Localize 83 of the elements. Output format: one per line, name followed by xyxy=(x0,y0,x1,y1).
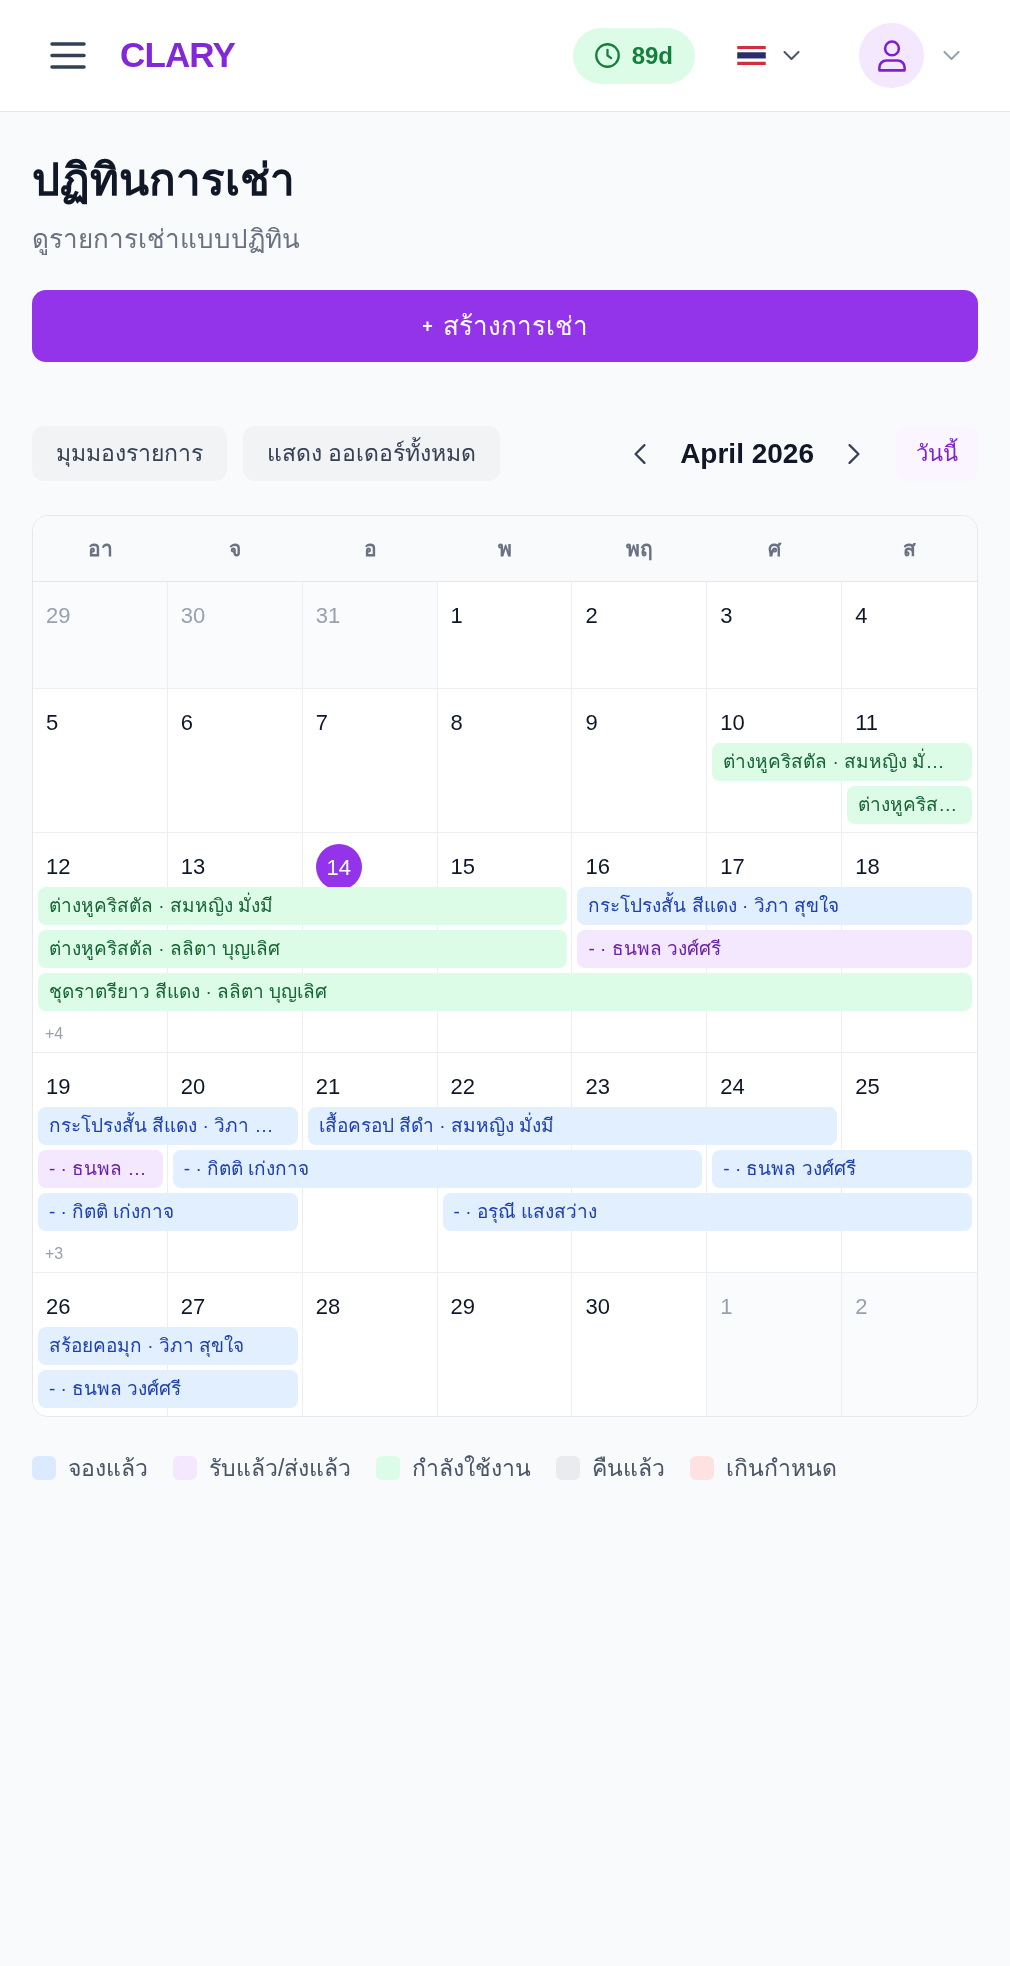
weekday-label: พ xyxy=(498,535,512,562)
weekday-label: พฤ xyxy=(626,535,654,563)
rental-event[interactable]: - · กิตติ เก่งกาจ xyxy=(172,1150,703,1188)
next-month-button[interactable] xyxy=(848,443,860,464)
brand-logo: CLARY xyxy=(120,34,235,77)
create-rental-button[interactable]: + สร้างการเช่า xyxy=(32,290,978,362)
rental-event[interactable]: - · ธนพล วงศ์ศรี xyxy=(577,930,972,968)
rental-event[interactable]: ชุดราตรียาว สีแดง · ลลิตา บุญเลิศ xyxy=(38,973,972,1011)
day-number: 24 xyxy=(720,1073,745,1101)
day-number: 1 xyxy=(720,1293,733,1321)
chevron-right-icon xyxy=(848,443,860,464)
day-number: 17 xyxy=(720,853,745,881)
day-number: 8 xyxy=(450,709,463,737)
day-number: 29 xyxy=(46,602,71,630)
rental-event[interactable]: - · ธนพล … xyxy=(38,1150,163,1188)
legend-label: เกินกำหนด xyxy=(726,1454,838,1483)
day-number: 12 xyxy=(46,853,71,881)
day-number: 6 xyxy=(180,709,194,737)
legend-label: กำลังใช้งาน xyxy=(412,1454,532,1483)
rental-event[interactable]: ต่างหูคริสตัล · สมหญิง มั่งมี xyxy=(38,887,568,925)
rental-event[interactable]: ต่างหูคริสตัล · สมหญิง มั่… xyxy=(712,743,972,781)
page-subtitle: ดูรายการเช่าแบบปฏิทิน xyxy=(32,223,301,256)
menu-icon xyxy=(50,42,86,69)
month-label: April 2026 xyxy=(680,436,814,471)
day-number: 22 xyxy=(450,1073,476,1101)
previous-month-button[interactable] xyxy=(634,443,647,464)
days-left-text: 89d xyxy=(631,40,673,71)
day-number: 31 xyxy=(315,602,341,630)
legend-label: คืนแล้ว xyxy=(592,1454,666,1483)
day-number: 1 xyxy=(450,602,463,630)
day-number: 20 xyxy=(180,1073,206,1101)
day-number: 23 xyxy=(585,1073,610,1101)
weekday-label: อ xyxy=(363,535,377,562)
day-number: 15 xyxy=(450,853,476,881)
day-number: 7 xyxy=(315,709,328,737)
day-number: 25 xyxy=(855,1073,880,1101)
chevron-left-icon xyxy=(634,443,647,464)
day-number: 16 xyxy=(585,853,610,881)
rental-event[interactable]: - · ธนพล วงศ์ศรี xyxy=(712,1150,972,1188)
day-number: 29 xyxy=(450,1293,476,1321)
day-number: 2 xyxy=(585,602,598,630)
today-button[interactable]: วันนี้ xyxy=(896,426,978,481)
filter-orders-button[interactable]: แสดง ออเดอร์ทั้งหมด xyxy=(243,426,501,481)
day-number: 30 xyxy=(585,1293,610,1321)
rental-event[interactable]: กระโปรงสั้น สีแดง · วิภา สุขใจ xyxy=(577,887,972,925)
chevron-down-icon[interactable] xyxy=(783,51,800,60)
day-number: 5 xyxy=(46,709,59,737)
day-number: 26 xyxy=(46,1293,71,1321)
weekday-label: ส xyxy=(903,535,917,562)
weekday-label: อา xyxy=(87,535,113,562)
rental-event[interactable]: ต่างหูคริสตัล · ลลิตา บุญเลิศ xyxy=(38,930,568,968)
day-number: 2 xyxy=(855,1293,868,1321)
clock-icon xyxy=(594,43,620,68)
menu-button[interactable] xyxy=(50,42,86,69)
day-number: 14 xyxy=(315,844,362,890)
day-number: 10 xyxy=(720,709,745,737)
legend-label: จองแล้ว xyxy=(68,1454,148,1483)
day-number: 19 xyxy=(46,1073,71,1101)
day-number: 13 xyxy=(180,853,206,881)
user-icon xyxy=(877,39,906,72)
day-number: 3 xyxy=(720,602,733,630)
rental-event[interactable]: สร้อยคอมุก · วิภา สุขใจ xyxy=(38,1327,298,1365)
day-number: 30 xyxy=(180,602,206,630)
list-view-button[interactable]: มุมมองรายการ xyxy=(32,426,227,481)
day-number: 4 xyxy=(855,602,868,630)
rental-event[interactable]: - · อรุณี แสงสว่าง xyxy=(442,1193,972,1231)
rental-event[interactable]: - · ธนพล วงศ์ศรี xyxy=(38,1370,298,1408)
rental-event[interactable]: เสื้อครอป สีดำ · สมหญิง มั่งมี xyxy=(307,1107,838,1145)
weekday-label: จ xyxy=(229,535,242,562)
rental-event[interactable]: - · กิตติ เก่งกาจ xyxy=(38,1193,298,1231)
day-number: 27 xyxy=(180,1293,206,1321)
day-number: 9 xyxy=(585,709,598,737)
rental-event[interactable]: ต่างหูคริส… xyxy=(847,786,972,824)
flag-icon xyxy=(737,46,766,65)
legend-label: รับแล้ว/ส่งแล้ว xyxy=(209,1454,352,1483)
day-number: 28 xyxy=(315,1293,341,1321)
weekday-label: ศ xyxy=(768,535,782,562)
rental-event[interactable]: กระโปรงสั้น สีแดง · วิภา … xyxy=(38,1107,298,1145)
language-button[interactable] xyxy=(737,46,800,65)
day-number: 21 xyxy=(315,1073,341,1101)
day-number: 11 xyxy=(855,709,878,737)
page-title: ปฏิทินการเช่า xyxy=(32,154,296,206)
day-number: 18 xyxy=(855,853,880,881)
